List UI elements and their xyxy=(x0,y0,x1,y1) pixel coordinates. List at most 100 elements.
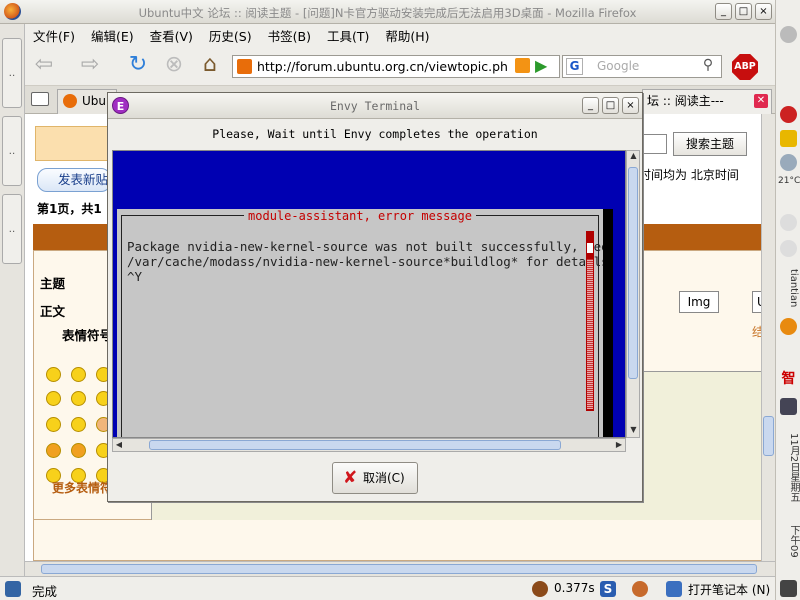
notebook-icon[interactable] xyxy=(666,581,682,597)
menu-bookmarks[interactable]: 书签(B) xyxy=(268,26,311,45)
scroll-down-arrow-icon[interactable]: ▼ xyxy=(628,425,639,437)
user-switch-icon[interactable] xyxy=(780,318,797,335)
load-time: 0.377s xyxy=(554,581,595,595)
input-method-char[interactable]: 智 xyxy=(778,372,799,394)
panel-launcher-2[interactable]: ‥ xyxy=(2,116,22,186)
google-engine-icon[interactable]: G xyxy=(566,58,583,75)
dialog-title: Envy Terminal xyxy=(329,99,420,113)
page-vertical-scrollbar[interactable] xyxy=(761,114,775,561)
scroll-right-arrow-icon[interactable]: ▶ xyxy=(613,439,625,451)
temperature-text: 21°C xyxy=(778,176,800,186)
clock-text[interactable]: 下午09 xyxy=(778,518,799,564)
body-label: 正文 xyxy=(40,304,66,319)
page-horizontal-scrollbar[interactable] xyxy=(25,561,775,576)
window-title: Ubuntu中文 论坛 :: 阅读主题 - [问题]N卡官方驱动安装完成后无法启… xyxy=(138,6,637,20)
search-magnifier-icon[interactable]: ⚲ xyxy=(695,55,721,78)
menu-file[interactable]: 文件(F) xyxy=(33,26,75,45)
terminal-view[interactable]: module-assistant, error message Package … xyxy=(112,150,626,438)
terminal-box-scroll-track xyxy=(587,259,593,409)
tab-forum-topic[interactable]: 坛 :: 阅读主--- ✕ xyxy=(642,89,772,114)
form-footer xyxy=(33,520,765,561)
window-titlebar: Ubuntu中文 论坛 :: 阅读主题 - [问题]N卡官方驱动安装完成后无法启… xyxy=(0,0,775,24)
ubuntu-logo-icon xyxy=(63,94,77,108)
page-vertical-scroll-thumb[interactable] xyxy=(763,416,774,456)
volume-icon[interactable] xyxy=(780,398,797,415)
emote-grin[interactable] xyxy=(71,367,86,382)
open-notebook-label[interactable]: 打开笔记本 (N) xyxy=(688,581,770,598)
subject-label: 主题 xyxy=(40,276,66,291)
panel-icon[interactable] xyxy=(5,581,21,597)
emote-shocked[interactable] xyxy=(46,391,61,406)
reload-icon[interactable]: ↻ xyxy=(125,54,151,78)
search-topic-button[interactable]: 搜索主题 xyxy=(673,132,747,156)
tab-close-icon[interactable]: ✕ xyxy=(754,94,768,108)
scroll-up-arrow-icon[interactable]: ▲ xyxy=(628,151,639,163)
close-button[interactable]: × xyxy=(755,3,772,20)
terminal-box-scroll-knob xyxy=(587,243,593,253)
menu-tools[interactable]: 工具(T) xyxy=(327,26,369,45)
forward-arrow-icon[interactable]: ⇨ xyxy=(77,54,103,78)
page-info: 第1页，共1 xyxy=(37,202,102,216)
power-icon[interactable] xyxy=(780,240,797,257)
terminal-horizontal-scroll-thumb[interactable] xyxy=(149,440,561,450)
usb-icon[interactable] xyxy=(780,214,797,231)
panel-launcher-3[interactable]: ‥ xyxy=(2,194,22,264)
emote-evil[interactable] xyxy=(46,443,61,458)
left-panel: ‥ ‥ ‥ xyxy=(0,24,25,580)
terminal-line: ^Y xyxy=(127,269,143,284)
menubar: 文件(F) 编辑(E) 查看(V) 历史(S) 书签(B) 工具(T) 帮助(H… xyxy=(25,24,775,46)
maximize-button[interactable]: □ xyxy=(735,3,752,20)
home-icon[interactable]: ⌂ xyxy=(197,54,223,78)
terminal-shadow xyxy=(603,209,613,437)
img-button[interactable]: Img xyxy=(679,291,719,313)
back-arrow-icon[interactable]: ⇦ xyxy=(31,54,57,78)
skype-icon[interactable]: S xyxy=(600,581,616,597)
minimize-button[interactable]: _ xyxy=(715,3,732,20)
terminal-horizontal-scrollbar[interactable]: ◀ ▶ xyxy=(112,438,626,452)
menu-help[interactable]: 帮助(H) xyxy=(385,26,429,45)
rss-feed-icon[interactable] xyxy=(515,58,530,73)
emote-twisted[interactable] xyxy=(71,443,86,458)
topic-search-input[interactable] xyxy=(639,134,667,154)
menu-edit[interactable]: 编辑(E) xyxy=(91,26,134,45)
scroll-left-arrow-icon[interactable]: ◀ xyxy=(113,439,125,451)
menu-view[interactable]: 查看(V) xyxy=(150,26,193,45)
timezone-text: 时间均为 北京时间 xyxy=(639,168,739,182)
cancel-button[interactable]: ✘ 取消(C) xyxy=(332,462,418,494)
terminal-vertical-scrollbar[interactable]: ▲ ▼ xyxy=(626,150,640,438)
panel-launcher-1[interactable]: ‥ xyxy=(2,38,22,108)
terminal-box-scrollbar xyxy=(586,231,594,411)
username-text: tiantian xyxy=(788,268,799,308)
dialog-message: Please, Wait until Envy completes the op… xyxy=(212,127,538,141)
emote-tongue[interactable] xyxy=(71,417,86,432)
dialog-minimize-button[interactable]: _ xyxy=(582,97,599,114)
emote-confused[interactable] xyxy=(71,391,86,406)
page-horizontal-scroll-thumb[interactable] xyxy=(41,564,757,574)
lifebuoy-icon[interactable] xyxy=(780,106,797,123)
url-input[interactable]: http://forum.ubuntu.org.cn/viewtopic.ph xyxy=(232,55,560,78)
menu-history[interactable]: 历史(S) xyxy=(209,26,252,45)
workspace-icon[interactable] xyxy=(780,580,797,597)
emote-smile[interactable] xyxy=(46,367,61,382)
terminal-vertical-scroll-thumb[interactable] xyxy=(628,167,638,379)
dialog-close-button[interactable]: × xyxy=(622,97,639,114)
adblock-plus-icon[interactable]: ABP xyxy=(732,54,758,80)
go-arrow-icon[interactable]: ▶ xyxy=(535,56,555,76)
dialog-maximize-button[interactable]: □ xyxy=(602,97,619,114)
notes-icon[interactable] xyxy=(780,130,797,147)
dialog-titlebar: E Envy Terminal _ □ × xyxy=(108,93,642,119)
new-tab-icon[interactable] xyxy=(31,92,49,106)
cancel-x-icon: ✘ xyxy=(343,468,358,488)
stop-icon[interactable]: ⊗ xyxy=(161,54,187,78)
new-post-label: 发表新贴 xyxy=(58,172,109,187)
timer-icon xyxy=(532,581,548,597)
settings-gear-icon[interactable] xyxy=(780,26,797,43)
date-text[interactable]: 11月2日星期五 xyxy=(778,422,799,514)
tab-forum-topic-label: 坛 :: 阅读主--- xyxy=(647,94,724,108)
new-post-button[interactable]: 发表新贴 xyxy=(37,168,111,192)
navigation-toolbar: ⇦ ⇨ ↻ ⊗ ⌂ http://forum.ubuntu.org.cn/vie… xyxy=(25,46,775,86)
box-left-border xyxy=(121,215,122,437)
monkey-icon[interactable] xyxy=(632,581,648,597)
terminal-line: /var/cache/modass/nvidia-new-kernel-sour… xyxy=(127,254,617,269)
emote-laugh[interactable] xyxy=(46,417,61,432)
